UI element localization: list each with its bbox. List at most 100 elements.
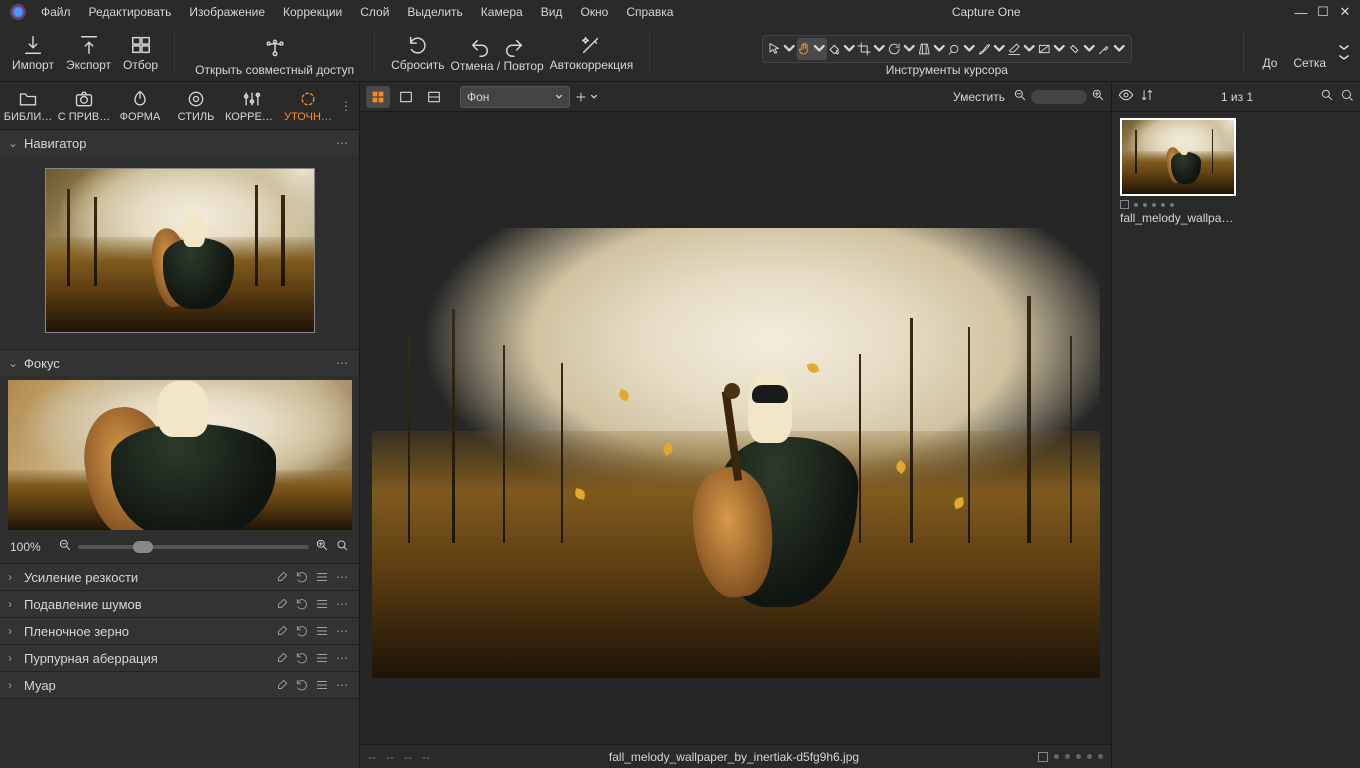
- cull-button[interactable]: Отбор: [117, 30, 164, 76]
- viewer-canvas[interactable]: [360, 112, 1111, 744]
- panel-menu-icon[interactable]: ⋯: [333, 622, 351, 640]
- tab-tether[interactable]: С ПРИВ…: [56, 82, 112, 129]
- gradient-tool[interactable]: [1037, 38, 1067, 60]
- collapse-icon[interactable]: ⌄: [8, 136, 20, 150]
- copy-adjust-icon[interactable]: [273, 568, 291, 586]
- copy-adjust-icon[interactable]: [273, 676, 291, 694]
- expand-icon[interactable]: ›: [8, 597, 20, 611]
- navigator-thumbnail[interactable]: [45, 168, 315, 333]
- view-mode-proof[interactable]: [422, 86, 446, 108]
- view-mode-single[interactable]: [394, 86, 418, 108]
- pick-focus-icon[interactable]: [335, 538, 349, 555]
- menu-window[interactable]: Окно: [571, 2, 617, 22]
- tool-tabs-more[interactable]: ⋮: [336, 82, 356, 129]
- import-button[interactable]: Импорт: [6, 30, 60, 76]
- zoom-slider[interactable]: [1031, 90, 1087, 104]
- menu-help[interactable]: Справка: [617, 2, 682, 22]
- zoom-in-icon[interactable]: [315, 538, 329, 555]
- redo-icon: [503, 37, 525, 59]
- sort-icon[interactable]: [1140, 88, 1154, 105]
- heal-tool[interactable]: [1067, 38, 1097, 60]
- redo-button[interactable]: [497, 33, 531, 59]
- menu-corrections[interactable]: Коррекции: [274, 2, 351, 22]
- menu-edit[interactable]: Редактировать: [80, 2, 181, 22]
- collapse-icon[interactable]: ⌄: [8, 356, 20, 370]
- panel-menu-icon[interactable]: ⋯: [333, 568, 351, 586]
- hand-tool[interactable]: [797, 38, 827, 60]
- expand-icon[interactable]: ›: [8, 624, 20, 638]
- thumb-rating[interactable]: [1120, 196, 1236, 211]
- reset-adjust-icon[interactable]: [293, 676, 311, 694]
- menu-image[interactable]: Изображение: [180, 2, 274, 22]
- reset-button[interactable]: Сбросить: [385, 30, 450, 76]
- expand-icon[interactable]: ›: [8, 651, 20, 665]
- eyedropper-tool[interactable]: [1097, 38, 1127, 60]
- panel-menu-icon[interactable]: ⋯: [333, 649, 351, 667]
- expand-icon[interactable]: ›: [8, 570, 20, 584]
- focus-preview[interactable]: [8, 380, 352, 530]
- layer-select[interactable]: Фон: [460, 86, 570, 108]
- add-layer-button[interactable]: [574, 86, 598, 108]
- keystone-tool[interactable]: [917, 38, 947, 60]
- copy-adjust-icon[interactable]: [273, 595, 291, 613]
- menu-camera[interactable]: Камера: [472, 2, 532, 22]
- crop-tool[interactable]: [857, 38, 887, 60]
- share-button[interactable]: Открыть совместный доступ: [185, 35, 364, 81]
- color-tag[interactable]: [1038, 752, 1048, 762]
- menu-select[interactable]: Выделить: [398, 2, 471, 22]
- fit-label[interactable]: Уместить: [953, 90, 1005, 104]
- zoom-out-icon[interactable]: [58, 538, 72, 555]
- tab-corrections[interactable]: КОРРЕК…: [224, 82, 280, 129]
- eraser-tool[interactable]: [1007, 38, 1037, 60]
- spot-tool[interactable]: [947, 38, 977, 60]
- copy-adjust-icon[interactable]: [273, 649, 291, 667]
- focus-zoom-slider[interactable]: [78, 545, 309, 549]
- export-button[interactable]: Экспорт: [60, 30, 117, 76]
- window-maximize-icon[interactable]: ☐: [1312, 1, 1334, 23]
- toolbar-overflow[interactable]: [1334, 43, 1354, 63]
- tab-library[interactable]: БИБЛИ…: [0, 82, 56, 129]
- copy-adjust-icon[interactable]: [273, 622, 291, 640]
- preset-icon[interactable]: [313, 649, 331, 667]
- eye-icon[interactable]: [1118, 87, 1134, 106]
- grid-button[interactable]: Сетка: [1285, 35, 1334, 70]
- tab-style[interactable]: СТИЛЬ: [168, 82, 224, 129]
- preset-icon[interactable]: [313, 595, 331, 613]
- panel-menu-icon[interactable]: ⋯: [333, 595, 351, 613]
- preset-icon[interactable]: [313, 622, 331, 640]
- window-close-icon[interactable]: ✕: [1334, 1, 1356, 23]
- zoom-out-icon[interactable]: [1013, 88, 1027, 105]
- view-mode-grid[interactable]: [366, 86, 390, 108]
- panel-menu-icon[interactable]: ⋯: [333, 354, 351, 372]
- reset-adjust-icon[interactable]: [293, 649, 311, 667]
- reset-adjust-icon[interactable]: [293, 595, 311, 613]
- menu-layer[interactable]: Слой: [351, 2, 398, 22]
- expand-icon[interactable]: ›: [8, 678, 20, 692]
- reset-adjust-icon[interactable]: [293, 568, 311, 586]
- undo-button[interactable]: [463, 33, 497, 59]
- tab-refine[interactable]: УТОЧН…: [280, 82, 336, 129]
- window-minimize-icon[interactable]: —: [1290, 2, 1312, 23]
- autocorrect-button[interactable]: Автокоррекция: [544, 30, 640, 76]
- info-iso: --: [368, 750, 376, 764]
- menu-file[interactable]: Файл: [32, 2, 80, 22]
- filter-icon[interactable]: [1340, 88, 1354, 105]
- search-icon[interactable]: [1320, 88, 1334, 105]
- rotate-tool[interactable]: [887, 38, 917, 60]
- brush-tool[interactable]: [977, 38, 1007, 60]
- panel-menu-icon[interactable]: ⋯: [333, 676, 351, 694]
- tab-shape[interactable]: ФОРМА: [112, 82, 168, 129]
- pointer-tool[interactable]: [767, 38, 797, 60]
- rating-controls[interactable]: [1038, 752, 1103, 762]
- menu-view[interactable]: Вид: [532, 2, 572, 22]
- before-after-button[interactable]: До: [1254, 35, 1285, 70]
- browser-thumbnail[interactable]: fall_melody_wallpap…: [1120, 118, 1236, 225]
- share-icon: [264, 39, 286, 61]
- panel-menu-icon[interactable]: ⋯: [333, 134, 351, 152]
- fill-tool[interactable]: [827, 38, 857, 60]
- zoom-in-icon[interactable]: [1091, 88, 1105, 105]
- preset-icon[interactable]: [313, 676, 331, 694]
- preset-icon[interactable]: [313, 568, 331, 586]
- browser-toolbar: 1 из 1: [1112, 82, 1360, 112]
- reset-adjust-icon[interactable]: [293, 622, 311, 640]
